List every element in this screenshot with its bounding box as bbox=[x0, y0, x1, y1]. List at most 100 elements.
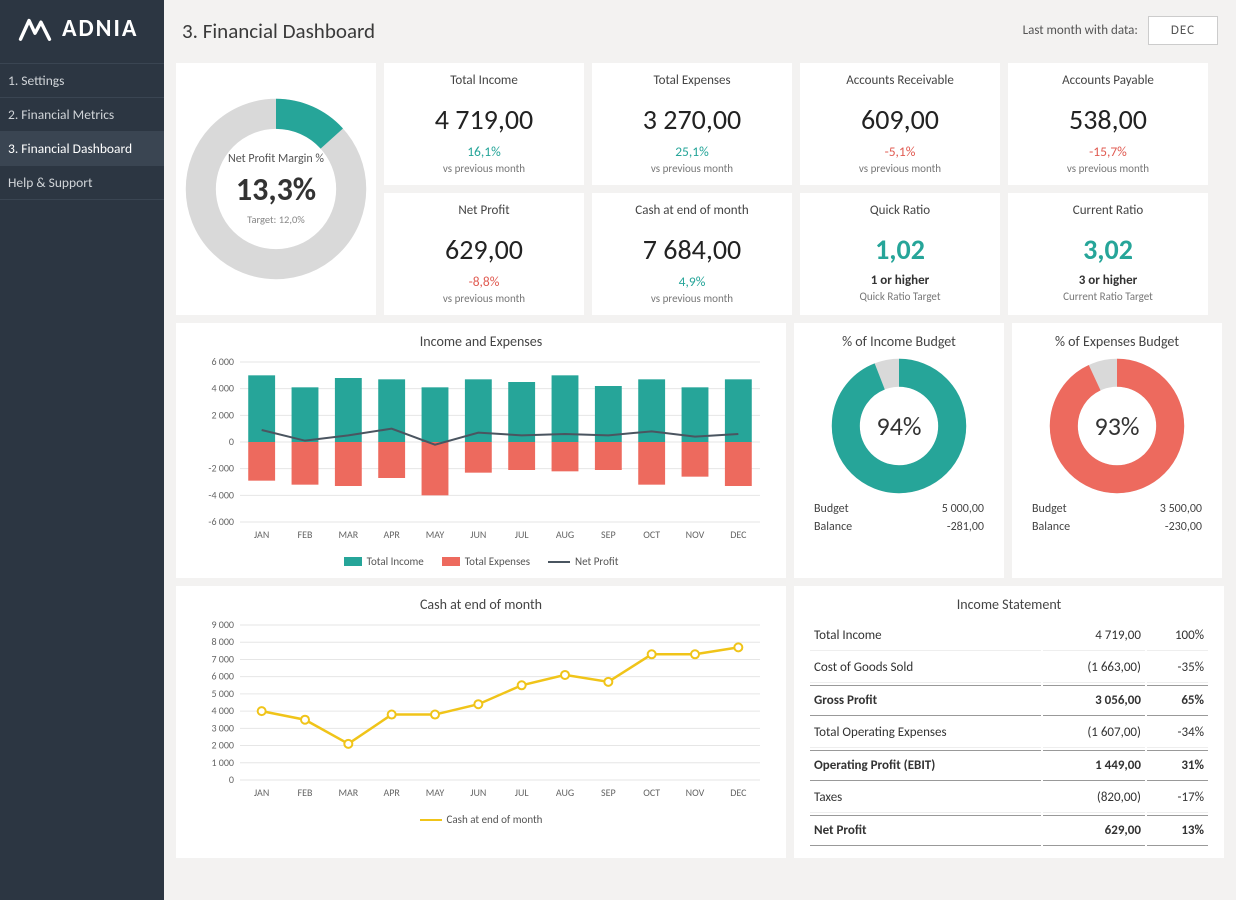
kpi-value: 1,02 bbox=[804, 232, 996, 267]
income-budget-pct: 94% bbox=[829, 356, 969, 496]
table-row: Gross Profit3 056,0065% bbox=[810, 685, 1208, 716]
table-title: Income Statement bbox=[808, 596, 1210, 613]
nav: 1. Settings2. Financial Metrics3. Financ… bbox=[0, 63, 164, 200]
kpi-sub: Quick Ratio Target bbox=[804, 290, 996, 303]
expenses-budget-pct: 93% bbox=[1047, 356, 1187, 496]
svg-text:SEP: SEP bbox=[601, 786, 616, 799]
chart-title: Cash at end of month bbox=[190, 596, 772, 613]
svg-text:6 000: 6 000 bbox=[211, 670, 234, 683]
nav-item-1[interactable]: 2. Financial Metrics bbox=[0, 97, 164, 131]
month-selector[interactable]: DEC bbox=[1148, 16, 1218, 45]
header: 3. Financial Dashboard Last month with d… bbox=[176, 10, 1224, 55]
legend-cash: Cash at end of month bbox=[447, 813, 543, 826]
svg-text:FEB: FEB bbox=[298, 528, 313, 541]
cash-chart: 01 0002 0003 0004 0005 0006 0007 0008 00… bbox=[190, 619, 770, 804]
npm-donut-card: Net Profit Margin % 13,3% Target: 12,0% bbox=[176, 63, 376, 315]
kpi-delta: 4,9% bbox=[596, 273, 788, 290]
kpi-title: Total Income bbox=[388, 73, 580, 88]
kpi-title: Net Profit bbox=[388, 203, 580, 218]
svg-text:7 000: 7 000 bbox=[211, 652, 234, 665]
label-budget: Budget bbox=[814, 502, 849, 516]
svg-text:3 000: 3 000 bbox=[211, 721, 234, 734]
kpi-grid: Total Income 4 719,00 16,1% vs previous … bbox=[176, 63, 1224, 315]
kpi-sub: vs previous month bbox=[804, 162, 996, 175]
nav-item-2[interactable]: 3. Financial Dashboard bbox=[0, 131, 164, 165]
svg-text:4 000: 4 000 bbox=[211, 382, 234, 395]
ie-legend: Total Income Total Expenses Net Profit bbox=[190, 555, 772, 568]
kpi-value: 3,02 bbox=[1012, 232, 1204, 267]
kpi-title: Cash at end of month bbox=[596, 203, 788, 218]
svg-text:DEC: DEC bbox=[730, 786, 747, 799]
logo: ADNIA bbox=[0, 0, 164, 63]
npm-target: Target: 12,0% bbox=[247, 213, 305, 226]
value-budget: 3 500,00 bbox=[1160, 502, 1202, 516]
svg-text:MAR: MAR bbox=[338, 528, 358, 541]
svg-text:DEC: DEC bbox=[730, 528, 747, 541]
kpi-accounts-payable: Accounts Payable 538,00 -15,7% vs previo… bbox=[1008, 63, 1208, 185]
last-month-label: Last month with data: bbox=[1023, 23, 1138, 38]
nav-item-0[interactable]: 1. Settings bbox=[0, 63, 164, 97]
svg-text:JAN: JAN bbox=[254, 528, 269, 541]
kpi-total-income: Total Income 4 719,00 16,1% vs previous … bbox=[384, 63, 584, 185]
svg-text:9 000: 9 000 bbox=[211, 619, 234, 631]
kpi-value: 7 684,00 bbox=[596, 232, 788, 267]
kpi-sub: vs previous month bbox=[388, 162, 580, 175]
svg-text:2 000: 2 000 bbox=[211, 739, 234, 752]
kpi-title: Accounts Payable bbox=[1012, 73, 1204, 88]
legend-expenses: Total Expenses bbox=[465, 555, 530, 568]
chart-title: % of Income Budget bbox=[808, 333, 990, 350]
npm-label: Net Profit Margin % bbox=[228, 152, 324, 166]
table-row: Total Operating Expenses(1 607,00)-34% bbox=[810, 718, 1208, 748]
kpi-delta: -8,8% bbox=[388, 273, 580, 290]
svg-text:0: 0 bbox=[229, 435, 234, 448]
middle-row: Income and Expenses -6 000-4 000-2 00002… bbox=[176, 323, 1224, 578]
svg-text:JUL: JUL bbox=[515, 786, 530, 799]
svg-text:0: 0 bbox=[229, 773, 234, 786]
svg-text:APR: APR bbox=[383, 786, 400, 799]
legend-netprofit: Net Profit bbox=[575, 555, 618, 568]
svg-text:AUG: AUG bbox=[556, 786, 574, 799]
value-balance: -230,00 bbox=[1165, 520, 1202, 534]
main: 3. Financial Dashboard Last month with d… bbox=[164, 0, 1236, 900]
kpi-title: Current Ratio bbox=[1012, 203, 1204, 218]
svg-text:MAY: MAY bbox=[426, 528, 445, 541]
kpi-sub: vs previous month bbox=[1012, 162, 1204, 175]
kpi-quick-ratio: Quick Ratio 1,02 1 or higher Quick Ratio… bbox=[800, 193, 1000, 315]
svg-text:JUL: JUL bbox=[515, 528, 530, 541]
svg-text:MAR: MAR bbox=[338, 786, 358, 799]
kpi-sub: Current Ratio Target bbox=[1012, 290, 1204, 303]
label-balance: Balance bbox=[814, 520, 852, 534]
income-statement-table: Total Income4 719,00100%Cost of Goods So… bbox=[808, 619, 1210, 848]
svg-text:6 000: 6 000 bbox=[211, 356, 234, 368]
kpi-value: 609,00 bbox=[804, 102, 996, 137]
kpi-delta: -5,1% bbox=[804, 143, 996, 160]
income-budget-card: % of Income Budget 94% Budget5 000,00 Ba… bbox=[794, 323, 1004, 578]
logo-icon bbox=[18, 16, 52, 42]
nav-item-3[interactable]: Help & Support bbox=[0, 165, 164, 200]
svg-text:JUN: JUN bbox=[470, 528, 486, 541]
svg-text:-4 000: -4 000 bbox=[208, 488, 234, 501]
table-row: Operating Profit (EBIT)1 449,0031% bbox=[810, 750, 1208, 781]
income-expenses-chart-card: Income and Expenses -6 000-4 000-2 00002… bbox=[176, 323, 786, 578]
kpi-sub: vs previous month bbox=[596, 162, 788, 175]
cash-chart-card: Cash at end of month 01 0002 0003 0004 0… bbox=[176, 586, 786, 858]
value-balance: -281,00 bbox=[947, 520, 984, 534]
kpi-delta: 25,1% bbox=[596, 143, 788, 160]
svg-text:AUG: AUG bbox=[556, 528, 574, 541]
income-expenses-chart: -6 000-4 000-2 00002 0004 0006 000JANFEB… bbox=[190, 356, 770, 546]
kpi-target: 3 or higher bbox=[1012, 273, 1204, 288]
page-title: 3. Financial Dashboard bbox=[182, 18, 375, 44]
kpi-title: Total Expenses bbox=[596, 73, 788, 88]
svg-text:JUN: JUN bbox=[470, 786, 486, 799]
kpi-value: 4 719,00 bbox=[388, 102, 580, 137]
income-statement-card: Income Statement Total Income4 719,00100… bbox=[794, 586, 1224, 858]
label-budget: Budget bbox=[1032, 502, 1067, 516]
svg-text:1 000: 1 000 bbox=[211, 756, 234, 769]
kpi-delta: 16,1% bbox=[388, 143, 580, 160]
table-row: Cost of Goods Sold(1 663,00)-35% bbox=[810, 653, 1208, 683]
svg-text:JAN: JAN bbox=[254, 786, 269, 799]
cash-legend: Cash at end of month bbox=[190, 813, 772, 826]
kpi-target: 1 or higher bbox=[804, 273, 996, 288]
svg-text:MAY: MAY bbox=[426, 786, 445, 799]
kpi-current-ratio: Current Ratio 3,02 3 or higher Current R… bbox=[1008, 193, 1208, 315]
